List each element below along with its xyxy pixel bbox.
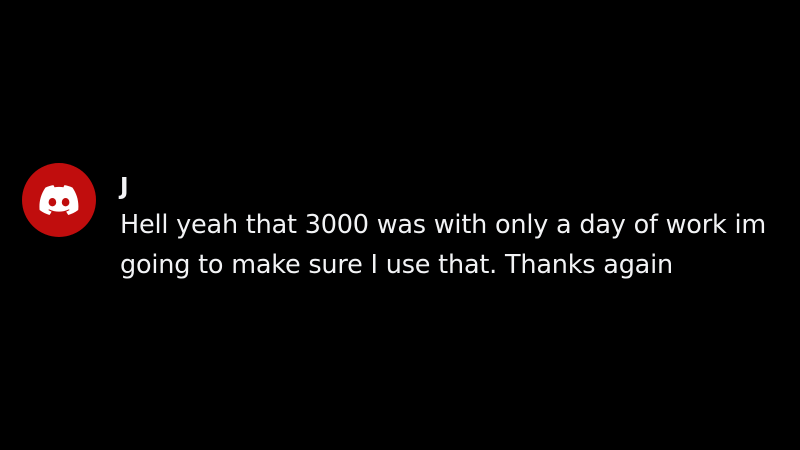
- chat-message: J Hell yeah that 3000 was with only a da…: [22, 163, 780, 285]
- avatar[interactable]: [22, 163, 96, 237]
- chat-screen: J Hell yeah that 3000 was with only a da…: [0, 0, 800, 450]
- username[interactable]: J: [120, 173, 780, 201]
- message-content: J Hell yeah that 3000 was with only a da…: [120, 173, 780, 285]
- message-text: Hell yeah that 3000 was with only a day …: [120, 210, 766, 280]
- discord-logo-icon: [39, 185, 79, 215]
